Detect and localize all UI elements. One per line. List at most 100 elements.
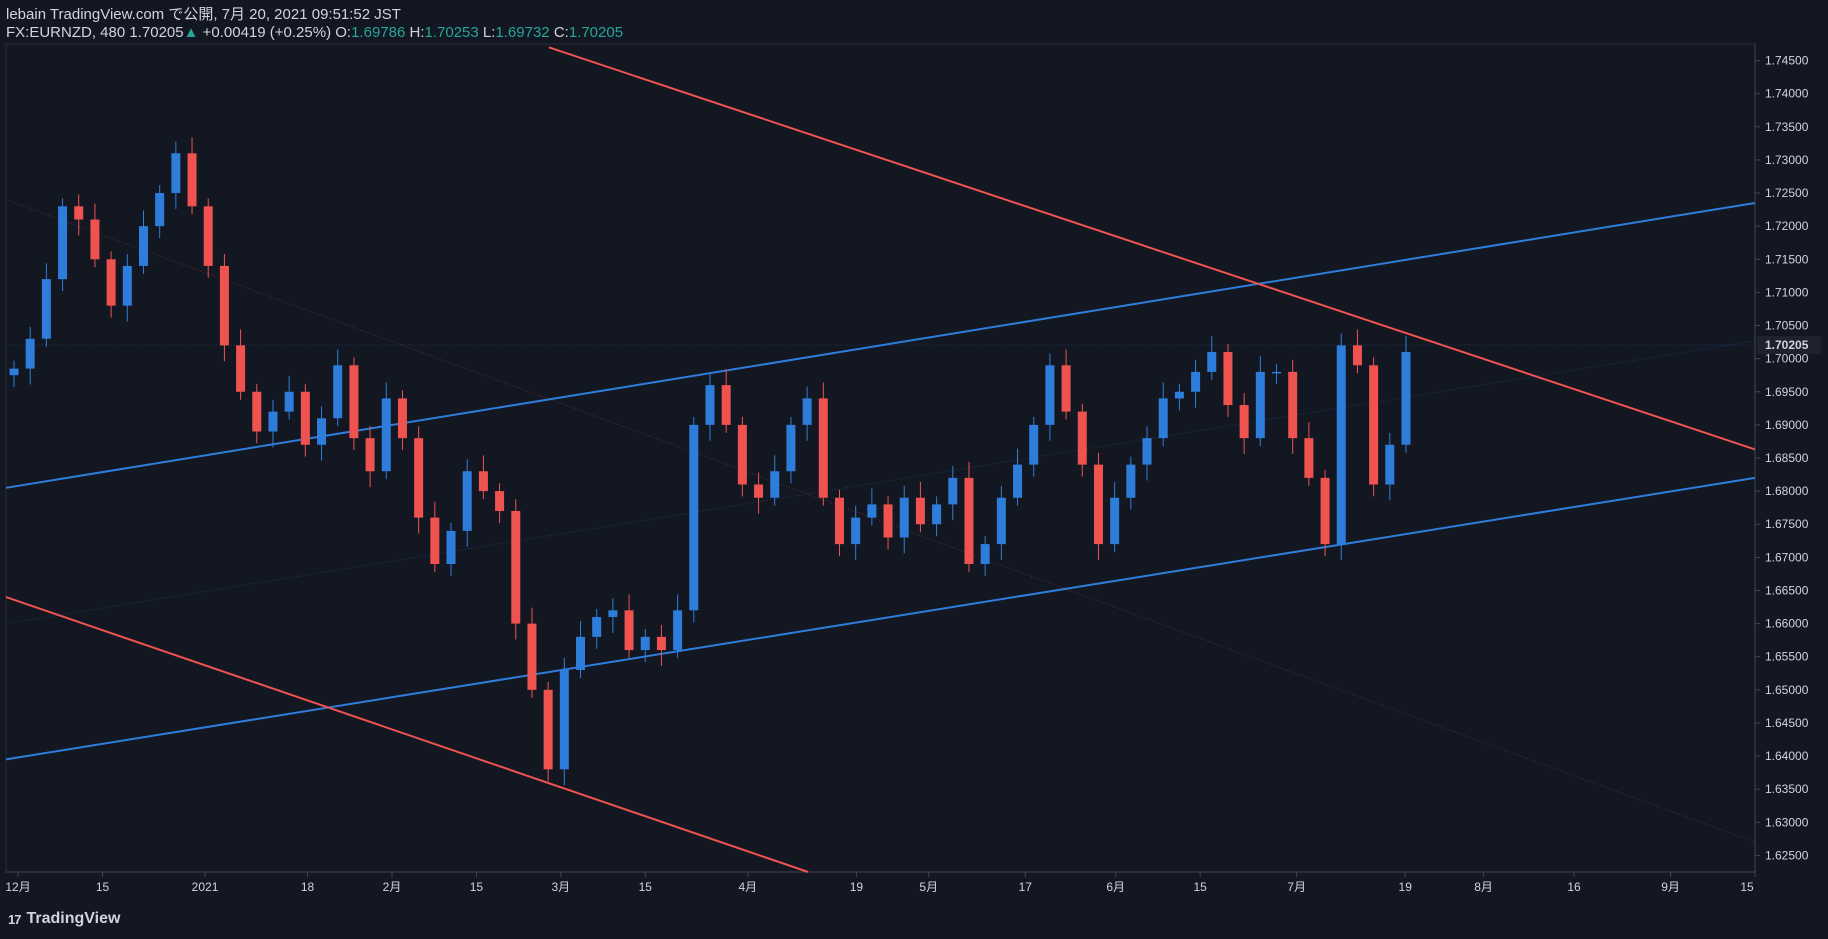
candle-body[interactable] <box>1093 464 1103 545</box>
candle-body[interactable] <box>543 689 553 770</box>
candle-body[interactable] <box>365 438 375 472</box>
candle-body[interactable] <box>1077 411 1087 465</box>
candle-body[interactable] <box>689 424 699 611</box>
candle-body[interactable] <box>90 219 100 260</box>
candle-body[interactable] <box>737 424 747 485</box>
candle-body[interactable] <box>1126 464 1136 498</box>
candle-body[interactable] <box>1401 352 1411 445</box>
lower-blue-channel-line[interactable] <box>5 476 1756 761</box>
candle-body[interactable] <box>397 398 407 439</box>
candle-body[interactable] <box>1369 365 1379 485</box>
candle-body[interactable] <box>996 497 1006 545</box>
candle-body[interactable] <box>559 669 569 770</box>
candle-body[interactable] <box>41 279 51 339</box>
candle-body[interactable] <box>25 338 35 369</box>
candle-body[interactable] <box>883 504 893 538</box>
candle-body[interactable] <box>851 517 861 545</box>
candle-body[interactable] <box>74 206 84 220</box>
candle-body[interactable] <box>754 484 764 498</box>
candle-body[interactable] <box>300 391 310 445</box>
candle-body[interactable] <box>155 193 165 227</box>
candle-body[interactable] <box>673 610 683 651</box>
candle-body[interactable] <box>333 365 343 419</box>
candle-body[interactable] <box>948 477 958 505</box>
candle-body[interactable] <box>964 477 974 564</box>
candle-body[interactable] <box>770 471 780 498</box>
price-tick-label: 1.72000 <box>1765 219 1809 233</box>
candle-body[interactable] <box>721 385 731 425</box>
candle-body[interactable] <box>592 616 602 637</box>
candle-body[interactable] <box>656 636 666 651</box>
candle-body[interactable] <box>1223 352 1233 406</box>
upper-blue-channel-line[interactable] <box>5 201 1756 489</box>
candle-body[interactable] <box>786 424 796 472</box>
candle-body[interactable] <box>1207 352 1217 372</box>
candle-body[interactable] <box>576 636 586 670</box>
candle-body[interactable] <box>1142 438 1152 465</box>
candle-body[interactable] <box>834 497 844 545</box>
candle-body[interactable] <box>446 530 456 564</box>
candle-body[interactable] <box>624 610 634 651</box>
candle-body[interactable] <box>705 385 715 425</box>
candle-body[interactable] <box>414 438 424 518</box>
candle-body[interactable] <box>511 510 521 624</box>
candle-body[interactable] <box>171 153 181 194</box>
candles[interactable] <box>9 137 1411 786</box>
candle-body[interactable] <box>284 391 294 412</box>
candle-body[interactable] <box>1158 398 1168 439</box>
candle-body[interactable] <box>915 497 925 525</box>
time-axis[interactable]: 12月 15 2021 18 2月 15 3月 15 4月 19 5月 17 6月 15 7月 19 8月 16 9… <box>5 872 1756 894</box>
price-chart[interactable]: 1.74500 1.74000 1.73500 1.73000 1.72500 1.720… <box>0 0 1828 939</box>
candle-body[interactable] <box>187 153 197 207</box>
candle-body[interactable] <box>219 265 229 346</box>
candle-body[interactable] <box>1352 345 1362 366</box>
candle-body[interactable] <box>1061 365 1071 412</box>
candle-body[interactable] <box>478 471 488 492</box>
candle-body[interactable] <box>58 206 68 280</box>
candle-body[interactable] <box>106 259 116 306</box>
candle-body[interactable] <box>1239 405 1249 439</box>
candle-body[interactable] <box>932 504 942 525</box>
candle-body[interactable] <box>980 544 990 564</box>
candle-body[interactable] <box>122 265 132 306</box>
candle-body[interactable] <box>203 206 213 266</box>
candle-body[interactable] <box>349 365 359 439</box>
candle-body[interactable] <box>1255 371 1265 439</box>
candle-body[interactable] <box>9 368 19 376</box>
candle-body[interactable] <box>1191 371 1201 392</box>
candle-body[interactable] <box>527 623 537 690</box>
current-price-label: 1.70205 <box>1765 338 1809 352</box>
candle-body[interactable] <box>1013 464 1023 498</box>
candle-body[interactable] <box>1272 371 1282 374</box>
candle-body[interactable] <box>381 398 391 472</box>
price-tick-label: 1.73000 <box>1765 153 1809 167</box>
price-tick-label: 1.71000 <box>1765 285 1809 299</box>
candle-body[interactable] <box>1288 371 1298 439</box>
candle-body[interactable] <box>899 497 909 538</box>
candle-body[interactable] <box>1385 444 1395 485</box>
candle-body[interactable] <box>640 636 650 651</box>
candle-body[interactable] <box>1110 497 1120 545</box>
candle-body[interactable] <box>430 517 440 564</box>
candle-body[interactable] <box>802 398 812 425</box>
tradingview-logo[interactable]: 17 TradingView <box>8 910 120 928</box>
candle-body[interactable] <box>317 418 327 445</box>
lower-red-channel-line[interactable] <box>5 596 809 873</box>
candle-body[interactable] <box>462 471 472 531</box>
price-axis[interactable]: 1.74500 1.74000 1.73500 1.73000 1.72500 1.720… <box>1755 54 1809 863</box>
trendlines[interactable] <box>5 46 1756 873</box>
candle-body[interactable] <box>1336 345 1346 545</box>
candle-body[interactable] <box>495 491 505 511</box>
candle-body[interactable] <box>138 226 148 266</box>
candle-body[interactable] <box>608 610 618 617</box>
candle-body[interactable] <box>1045 365 1055 425</box>
candle-body[interactable] <box>236 345 246 392</box>
candle-body[interactable] <box>867 504 877 518</box>
candle-body[interactable] <box>1304 438 1314 478</box>
candle-body[interactable] <box>268 411 278 432</box>
candle-body[interactable] <box>252 391 262 432</box>
candle-body[interactable] <box>1320 477 1330 545</box>
candle-body[interactable] <box>1174 391 1184 399</box>
candle-body[interactable] <box>1029 424 1039 465</box>
candle-body[interactable] <box>818 398 828 498</box>
